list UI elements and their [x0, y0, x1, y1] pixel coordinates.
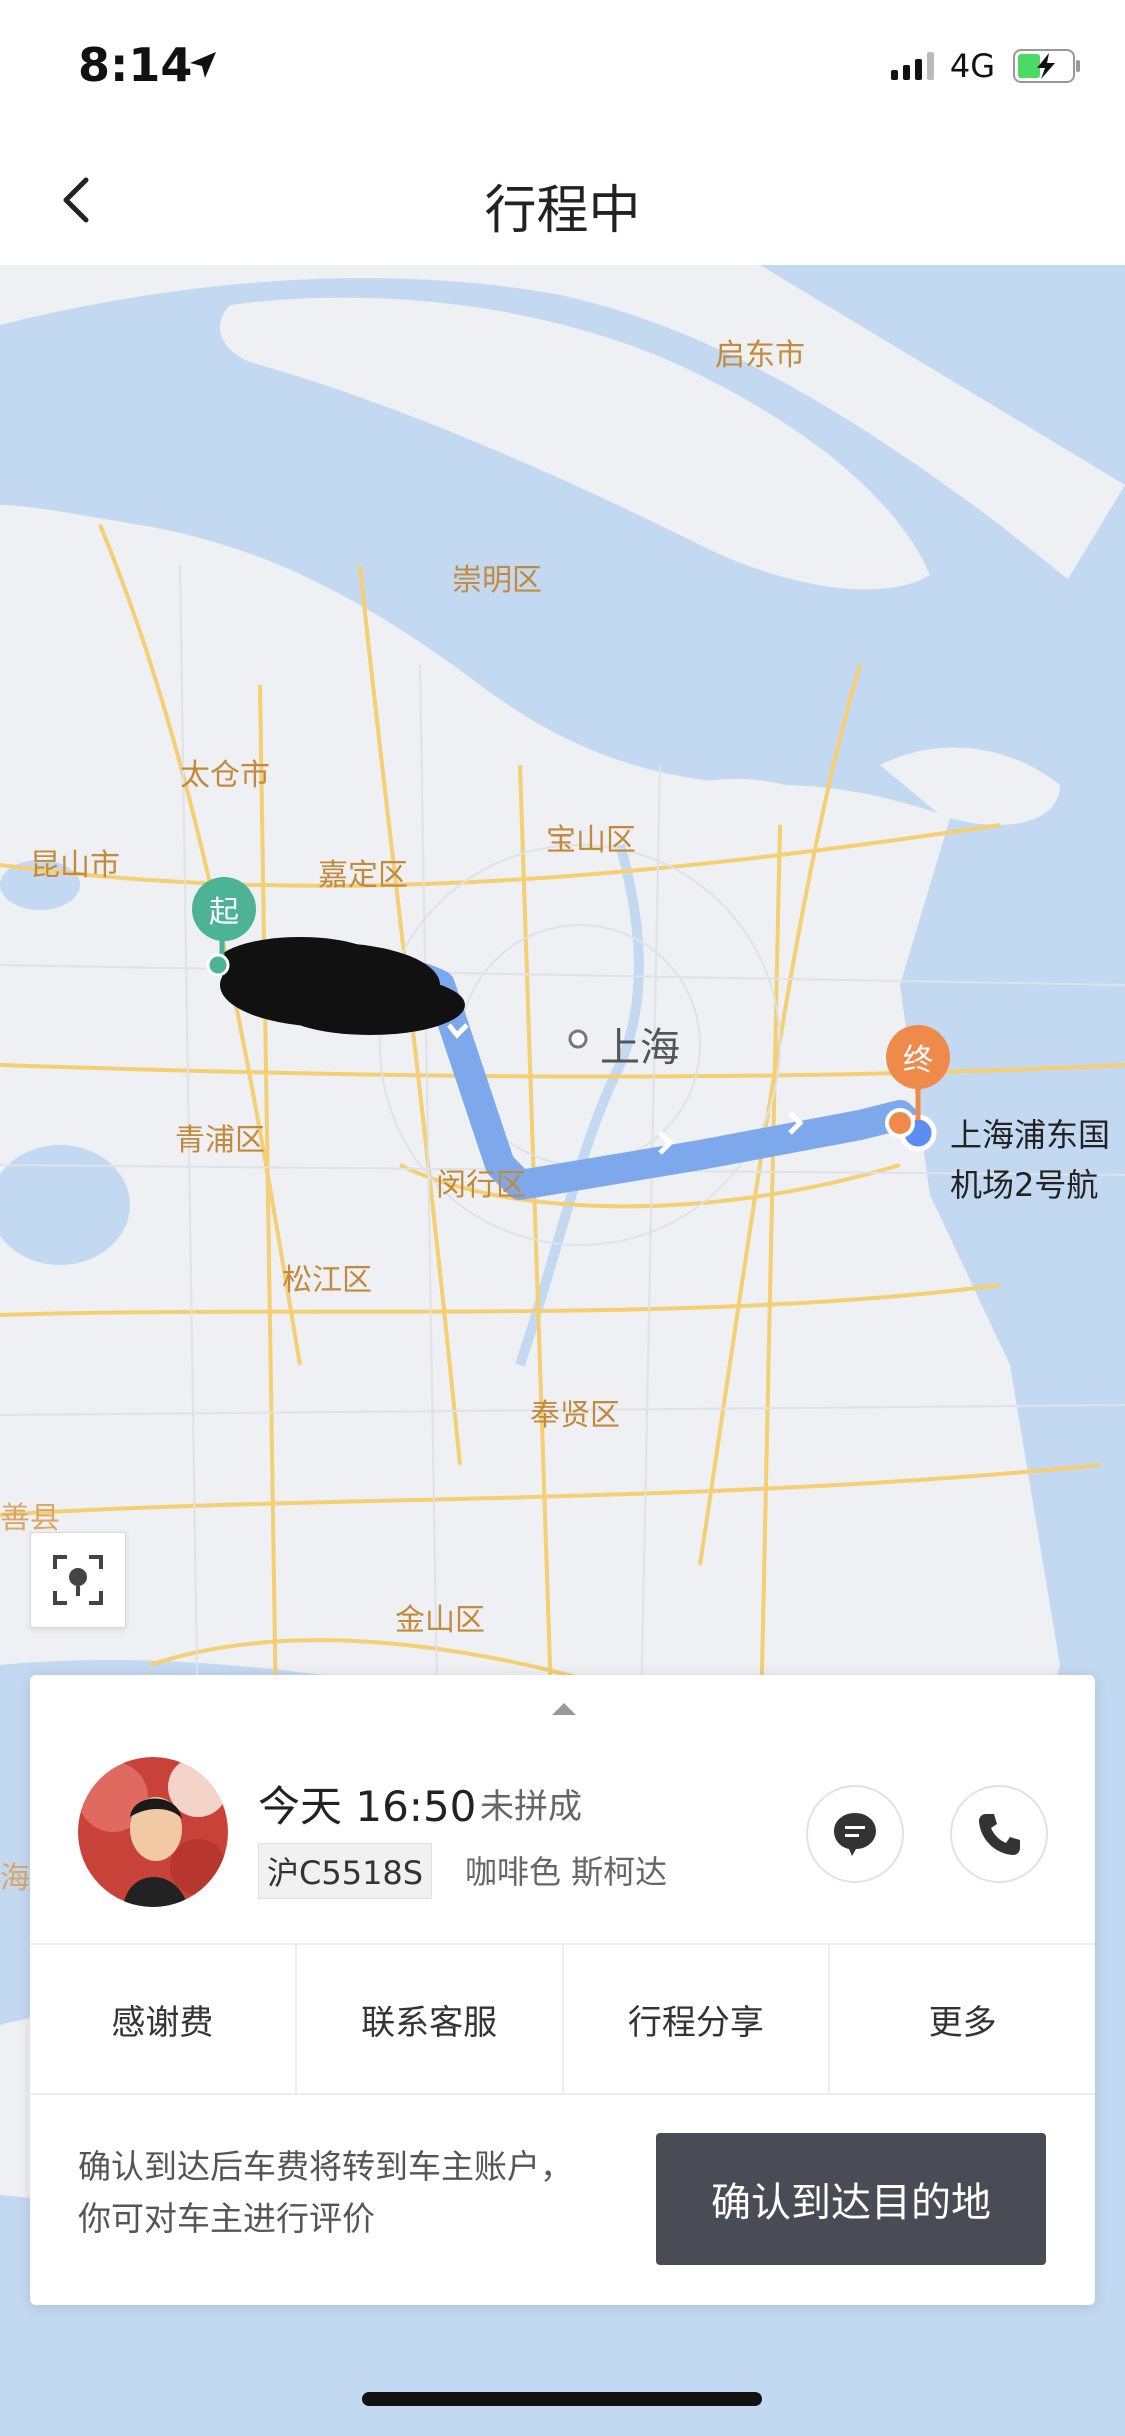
- start-pin-label: 起: [192, 877, 256, 941]
- license-plate: 沪C5518S: [258, 1843, 433, 1899]
- trip-card: 今天 16:50 未拼成 沪C5518S 咖啡色 斯柯达 感谢费 联系客服 行程…: [30, 1675, 1095, 2305]
- map-label-chongming: 崇明区: [452, 563, 542, 598]
- car-description: 咖啡色 斯柯达: [465, 1853, 668, 1891]
- expand-handle-icon[interactable]: [552, 1703, 576, 1715]
- status-right: 4G: [890, 46, 995, 86]
- phone-icon: [979, 1814, 1020, 1855]
- status-bar: 8:14 4G: [0, 0, 1125, 140]
- start-pin: 起: [192, 877, 256, 941]
- pool-status: 未拼成: [480, 1787, 582, 1827]
- battery-charging-icon: [1013, 49, 1080, 83]
- page-title: 行程中: [484, 181, 641, 241]
- action-bar: 感谢费 联系客服 行程分享 更多: [30, 1945, 1095, 2093]
- map-label-kunshan: 昆山市: [30, 848, 120, 883]
- recenter-button[interactable]: [30, 1532, 126, 1628]
- signal-icon: [890, 52, 934, 80]
- end-pin-label: 终: [886, 1025, 950, 1089]
- network-type: 4G: [949, 47, 995, 85]
- destination-label-line2: 机场2号航: [950, 1166, 1099, 1204]
- more-button[interactable]: 更多: [830, 1945, 1095, 2093]
- destination-label-line1: 上海浦东国: [950, 1116, 1111, 1154]
- divider: [30, 2093, 1095, 2095]
- message-driver-button[interactable]: [806, 1785, 904, 1883]
- location-arrow-icon: [190, 52, 216, 78]
- map-label-fengxian: 奉贤区: [530, 1398, 620, 1433]
- end-pin: 终: [886, 1025, 950, 1089]
- map-label-jiashan: 善县: [0, 1501, 60, 1536]
- locate-icon: [53, 1555, 103, 1605]
- nav-bar: 行程中: [0, 140, 1125, 265]
- map-label-taicang: 太仓市: [180, 758, 270, 793]
- map-label-songjiang: 松江区: [282, 1263, 372, 1298]
- confirm-note: 确认到达后车费将转到车主账户，你可对车主进行评价: [78, 2147, 573, 2238]
- map-label-minhang: 闵行区: [436, 1168, 526, 1203]
- map-label-baoshan: 宝山区: [546, 823, 636, 858]
- call-driver-button[interactable]: [950, 1785, 1048, 1883]
- map-label-pinghu: 海: [0, 1861, 30, 1896]
- driver-avatar[interactable]: [78, 1757, 228, 1907]
- contact-support-button[interactable]: 联系客服: [297, 1945, 564, 2093]
- map-label-qidong: 启东市: [715, 338, 805, 373]
- map-label-shanghai: 上海: [600, 1025, 680, 1071]
- map-label-qingpu: 青浦区: [175, 1123, 265, 1158]
- map-label-jinshan: 金山区: [395, 1603, 485, 1638]
- map-label-jiading: 嘉定区: [318, 858, 408, 893]
- share-trip-button[interactable]: 行程分享: [564, 1945, 831, 2093]
- chat-icon: [834, 1813, 876, 1856]
- pickup-time: 今天 16:50: [258, 1782, 477, 1831]
- tip-button[interactable]: 感谢费: [30, 1945, 297, 2093]
- confirm-arrival-button[interactable]: 确认到达目的地: [656, 2133, 1046, 2265]
- home-indicator[interactable]: [362, 2392, 762, 2406]
- status-time: 8:14: [78, 38, 193, 92]
